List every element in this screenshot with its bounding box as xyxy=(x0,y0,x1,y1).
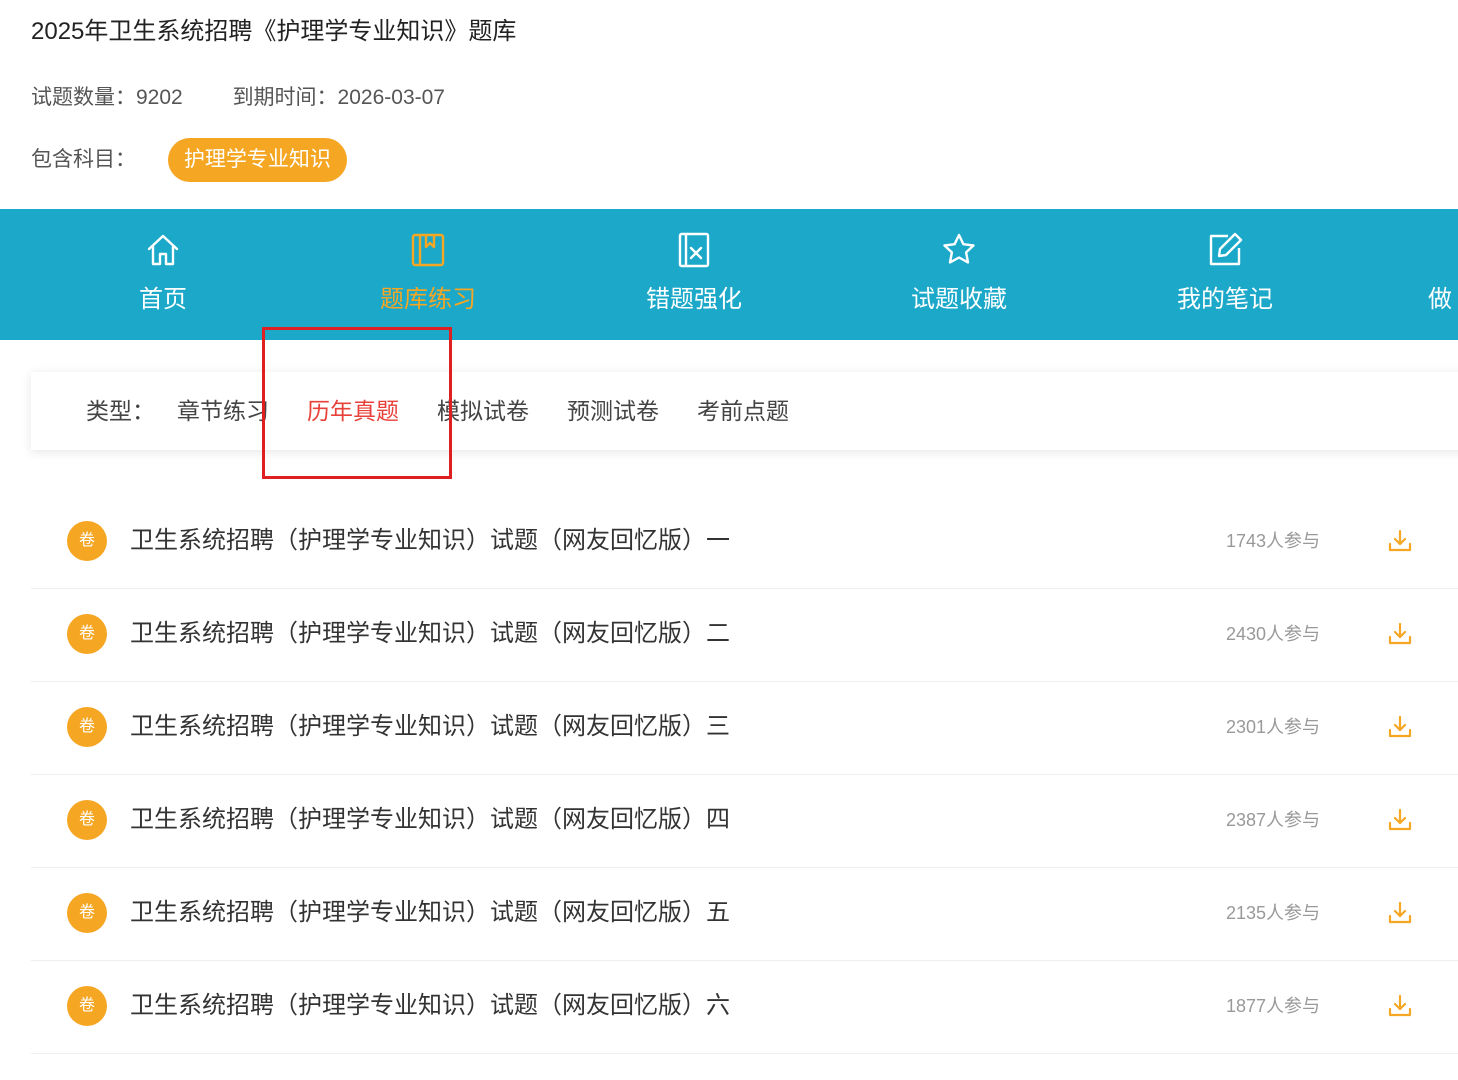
type-filter: 类型： 章节练习 历年真题 模拟试卷 预测试卷 考前点题 xyxy=(31,372,1458,450)
type-option-pre-exam[interactable]: 考前点题 xyxy=(697,394,789,428)
paper-title[interactable]: 卫生系统招聘（护理学专业知识）试题（网友回忆版）三 xyxy=(130,709,730,745)
paper-badge: 卷 xyxy=(67,800,107,840)
paper-participants: 2301人参与 xyxy=(1226,717,1321,737)
download-icon[interactable] xyxy=(1387,900,1413,926)
paper-participants: 1743人参与 xyxy=(1226,531,1321,551)
nav-label-practice: 题库练习 xyxy=(380,286,476,313)
edit-note-icon xyxy=(1209,232,1243,266)
download-icon[interactable] xyxy=(1387,807,1413,833)
paper-badge: 卷 xyxy=(67,521,107,561)
subjects-label: 包含科目： xyxy=(31,148,136,172)
question-count: 试题数量：9202 xyxy=(31,86,183,109)
type-option-chapter[interactable]: 章节练习 xyxy=(177,394,269,428)
paper-badge: 卷 xyxy=(67,893,107,933)
paper-badge: 卷 xyxy=(67,614,107,654)
download-icon[interactable] xyxy=(1387,621,1413,647)
type-option-past-exams[interactable]: 历年真题 xyxy=(307,394,399,428)
paper-row[interactable]: 卷 卫生系统招聘（护理学专业知识）试题（网友回忆版）三 2301人参与 xyxy=(31,681,1458,775)
nav-label-notes: 我的笔记 xyxy=(1177,286,1273,313)
expiry-date: 到期时间：2026-03-07 xyxy=(232,86,445,109)
paper-title[interactable]: 卫生系统招聘（护理学专业知识）试题（网友回忆版）五 xyxy=(130,895,730,931)
subjects-row: 包含科目： 护理学专业知识 xyxy=(31,138,347,183)
star-icon xyxy=(943,233,975,264)
paper-title[interactable]: 卫生系统招聘（护理学专业知识）试题（网友回忆版）一 xyxy=(130,523,730,559)
home-icon xyxy=(147,234,179,266)
nav-item-wrong-questions[interactable]: 错题强化 xyxy=(614,209,774,340)
paper-row[interactable]: 卷 卫生系统招聘（护理学专业知识）试题（网友回忆版）一 1743人参与 xyxy=(31,495,1458,589)
bank-meta: 试题数量：9202 到期时间：2026-03-07 xyxy=(31,82,489,114)
nav-item-notes[interactable]: 我的笔记 xyxy=(1145,209,1305,340)
main-nav: 首页 题库练习 错题强化 试题收藏 我的笔记 做 xyxy=(0,209,1458,340)
download-icon[interactable] xyxy=(1387,714,1413,740)
nav-item-home[interactable]: 首页 xyxy=(83,209,243,340)
paper-participants: 2430人参与 xyxy=(1226,624,1321,644)
paper-title[interactable]: 卫生系统招聘（护理学专业知识）试题（网友回忆版）二 xyxy=(130,616,730,652)
paper-participants: 1877人参与 xyxy=(1226,996,1321,1016)
type-label: 类型： xyxy=(86,398,155,424)
paper-badge: 卷 xyxy=(67,707,107,747)
wrong-question-icon xyxy=(678,232,710,268)
nav-item-practice[interactable]: 题库练习 xyxy=(348,209,508,340)
nav-label-home: 首页 xyxy=(139,286,187,313)
question-bank-page: 2025年卫生系统招聘《护理学专业知识》题库 试题数量：9202 到期时间：20… xyxy=(0,0,1458,1080)
paper-row[interactable]: 卷 卫生系统招聘（护理学专业知识）试题（网友回忆版）六 1877人参与 xyxy=(31,960,1458,1054)
paper-participants: 2135人参与 xyxy=(1226,903,1321,923)
book-icon xyxy=(411,233,445,267)
nav-label-favorites: 试题收藏 xyxy=(911,286,1007,313)
paper-badge: 卷 xyxy=(67,986,107,1026)
paper-title[interactable]: 卫生系统招聘（护理学专业知识）试题（网友回忆版）四 xyxy=(130,802,730,838)
paper-row[interactable]: 卷 卫生系统招聘（护理学专业知识）试题（网友回忆版）五 2135人参与 xyxy=(31,867,1458,961)
paper-title[interactable]: 卫生系统招聘（护理学专业知识）试题（网友回忆版）六 xyxy=(130,988,730,1024)
type-option-predict[interactable]: 预测试卷 xyxy=(567,394,659,428)
nav-item-favorites[interactable]: 试题收藏 xyxy=(879,209,1039,340)
nav-label-partial: 做 xyxy=(1428,286,1452,313)
subject-tag[interactable]: 护理学专业知识 xyxy=(167,138,347,183)
paper-row[interactable]: 卷 卫生系统招聘（护理学专业知识）试题（网友回忆版）二 2430人参与 xyxy=(31,588,1458,682)
paper-participants: 2387人参与 xyxy=(1226,810,1321,830)
download-icon[interactable] xyxy=(1387,993,1413,1019)
type-option-mock[interactable]: 模拟试卷 xyxy=(437,394,529,428)
download-icon[interactable] xyxy=(1387,528,1413,554)
nav-label-wrong-questions: 错题强化 xyxy=(646,286,742,313)
paper-row[interactable]: 卷 卫生系统招聘（护理学专业知识）试题（网友回忆版）四 2387人参与 xyxy=(31,774,1458,868)
bank-title: 2025年卫生系统招聘《护理学专业知识》题库 xyxy=(31,18,517,45)
nav-item-partial[interactable]: 做 xyxy=(1410,209,1458,340)
